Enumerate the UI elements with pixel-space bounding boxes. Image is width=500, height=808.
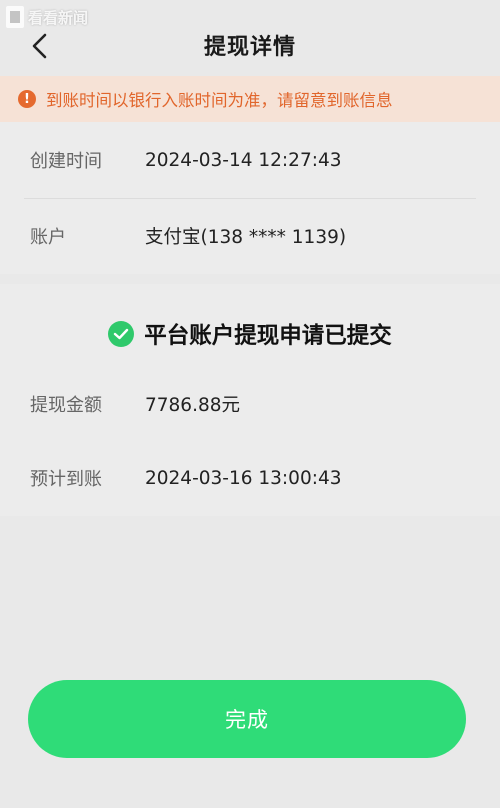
- account-row: 账户 支付宝(138 **** 1139): [0, 198, 500, 274]
- notice-banner: ! 到账时间以银行入账时间为准，请留意到账信息: [0, 76, 500, 122]
- notice-text: 到账时间以银行入账时间为准，请留意到账信息: [46, 91, 393, 110]
- account-value: 支付宝(138 **** 1139): [145, 227, 347, 248]
- amount-row: 提现金额 7786.88元: [0, 366, 500, 442]
- created-time-label: 创建时间: [30, 151, 102, 172]
- status-text: 平台账户提现申请已提交: [144, 323, 392, 349]
- info-icon: !: [18, 90, 36, 108]
- details-card: 创建时间 2024-03-14 12:27:43 账户 支付宝(138 ****…: [0, 122, 500, 274]
- expected-arrival-row: 预计到账 2024-03-16 13:00:43: [0, 440, 500, 516]
- expected-arrival-value: 2024-03-16 13:00:43: [145, 467, 342, 489]
- amount-value: 7786.88元: [145, 395, 241, 416]
- chevron-left-icon: [32, 33, 47, 59]
- account-label: 账户: [30, 227, 66, 248]
- expected-arrival-label: 预计到账: [30, 469, 102, 490]
- done-button[interactable]: 完成: [28, 680, 466, 758]
- back-button[interactable]: [22, 28, 58, 64]
- amount-label: 提现金额: [30, 395, 102, 416]
- header: 提现详情: [0, 18, 500, 72]
- created-time-row: 创建时间 2024-03-14 12:27:43: [0, 122, 500, 198]
- check-circle-icon: [108, 321, 135, 347]
- status-card: 平台账户提现申请已提交 提现金额 7786.88元 预计到账 2024-03-1…: [0, 284, 500, 516]
- page-title: 提现详情: [203, 35, 296, 60]
- created-time-value: 2024-03-14 12:27:43: [145, 149, 342, 171]
- status-line: 平台账户提现申请已提交: [0, 318, 500, 350]
